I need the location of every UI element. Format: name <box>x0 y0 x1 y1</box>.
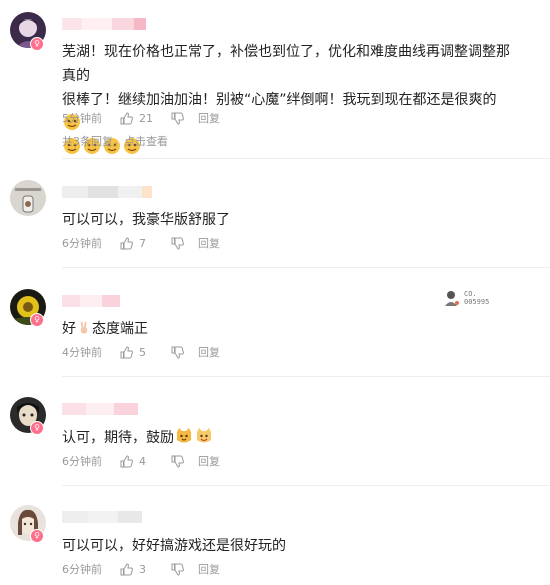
comment-text: 认可，期待，鼓励 <box>62 426 512 450</box>
comment-meta: 5分钟前 21 回复 <box>62 110 220 126</box>
comment-time: 6分钟前 <box>62 237 102 250</box>
fan-badge: CO. 005995 <box>442 289 489 307</box>
comment-meta: 6分钟前 4 回复 <box>62 453 220 469</box>
like-button[interactable]: 3 <box>120 563 171 576</box>
username-masked[interactable] <box>62 186 152 198</box>
thumb-down-icon <box>171 455 184 468</box>
comment-text: 好态度端正 <box>62 317 512 341</box>
thumb-down-icon <box>171 112 184 125</box>
reply-button[interactable]: 回复 <box>198 561 220 577</box>
view-replies-link[interactable]: 共3条回复，点击查看 <box>62 133 168 149</box>
comment-text-line2: 很棒了！继续加油加油！别被“心魔”绊倒啊！我玩到现在都还是很爽的 <box>62 92 497 108</box>
like-count: 4 <box>139 454 146 468</box>
like-button[interactable]: 21 <box>120 112 171 125</box>
dislike-button[interactable] <box>171 346 184 359</box>
divider <box>62 485 550 486</box>
comment-text: 可以可以，我豪华版舒服了 <box>62 212 230 228</box>
divider <box>62 158 550 159</box>
comment-time: 4分钟前 <box>62 346 102 359</box>
thumb-down-icon <box>171 346 184 359</box>
comment-text-body: 认可，期待，鼓励 <box>62 430 174 446</box>
username-masked[interactable] <box>62 403 138 415</box>
username-masked[interactable] <box>62 295 120 307</box>
thumb-up-icon <box>120 111 133 124</box>
divider <box>62 376 550 377</box>
reply-button[interactable]: 回复 <box>198 110 220 126</box>
like-count: 3 <box>139 562 146 576</box>
victory-hand-emoji-icon <box>80 321 88 334</box>
thumb-down-icon <box>171 563 184 576</box>
username-masked[interactable] <box>62 18 146 30</box>
fan-badge-icon <box>445 291 459 306</box>
comment-text-before: 好 <box>62 321 76 337</box>
divider <box>62 267 550 268</box>
like-count: 5 <box>139 345 146 359</box>
comment-time: 6分钟前 <box>62 455 102 468</box>
comment-time: 6分钟前 <box>62 563 102 576</box>
thumb-up-icon <box>120 236 133 249</box>
comment-text-after: 态度端正 <box>92 321 148 337</box>
reply-button[interactable]: 回复 <box>198 344 220 360</box>
fan-badge-line1: CO. <box>464 290 477 298</box>
reply-button[interactable]: 回复 <box>198 453 220 469</box>
dislike-button[interactable] <box>171 563 184 576</box>
like-count: 21 <box>139 111 153 125</box>
comment-meta: 6分钟前 7 回复 <box>62 235 220 251</box>
dislike-button[interactable] <box>171 455 184 468</box>
comment-time: 5分钟前 <box>62 112 102 125</box>
like-button[interactable]: 5 <box>120 346 171 359</box>
comment-text-line1: 芜湖！现在价格也正常了，补偿也到位了，优化和难度曲线再调整调整那真的 <box>62 44 510 84</box>
like-count: 7 <box>139 236 146 250</box>
cat-emoji-icon <box>177 428 191 443</box>
reply-button[interactable]: 回复 <box>198 235 220 251</box>
thumb-down-icon <box>171 237 184 250</box>
like-button[interactable]: 7 <box>120 237 171 250</box>
thumb-up-icon <box>120 345 133 358</box>
gender-badge-icon: ♀ <box>30 529 44 543</box>
dislike-button[interactable] <box>171 237 184 250</box>
gender-badge-icon: ♀ <box>30 313 44 327</box>
username-masked[interactable] <box>62 511 142 523</box>
comment-meta: 6分钟前 3 回复 <box>62 561 220 577</box>
dislike-button[interactable] <box>171 112 184 125</box>
thumb-up-icon <box>120 454 133 467</box>
gender-badge-icon: ♀ <box>30 37 44 51</box>
like-button[interactable]: 4 <box>120 455 171 468</box>
avatar-image <box>10 180 46 216</box>
gender-badge-icon: ♀ <box>30 421 44 435</box>
avatar[interactable] <box>10 180 46 216</box>
comment-text: 可以可以，好好搞游戏还是很好玩的 <box>62 538 286 554</box>
fan-badge-line2: 005995 <box>464 298 490 306</box>
thumb-up-icon <box>120 562 133 575</box>
cat-emoji-icon <box>197 428 211 443</box>
comment-meta: 4分钟前 5 回复 <box>62 344 220 360</box>
